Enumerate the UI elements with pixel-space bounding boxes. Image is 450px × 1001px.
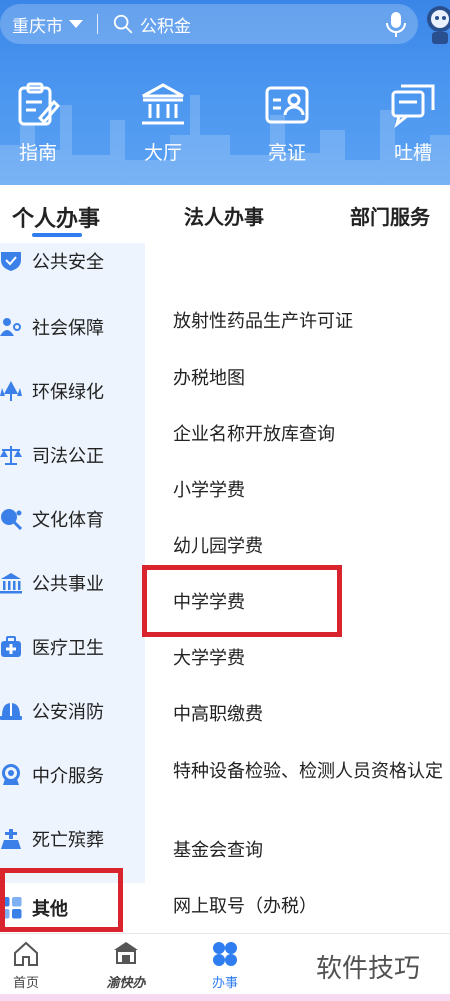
assistant-robot-icon[interactable] [423, 4, 450, 46]
list-item[interactable]: 企业名称开放库查询 [173, 423, 450, 447]
list-item[interactable]: 中高职缴费 [173, 703, 450, 727]
quick-feedback-label: 吐槽 [393, 142, 432, 164]
tree-icon [0, 381, 22, 401]
scales-icon [0, 446, 22, 465]
sidebar-item-label: 文化体育 [32, 510, 104, 531]
list-item[interactable]: 大学学费 [173, 647, 450, 671]
sidebar-item-label: 医疗卫生 [32, 638, 104, 659]
quick-hall[interactable]: 大厅 [128, 82, 198, 165]
quick-show-id[interactable]: 亮证 [252, 82, 322, 165]
sidebar-item-social-security[interactable]: 社会保障 [0, 307, 145, 347]
search-input[interactable]: 公积金 [140, 12, 384, 37]
quick-guide[interactable]: 指南 [3, 82, 73, 165]
sidebar-item-label: 公安消防 [32, 702, 104, 723]
list-item[interactable]: 基金会查询 [173, 839, 450, 863]
city-label: 重庆市 [12, 16, 63, 37]
tab-department[interactable]: 部门服务 [350, 201, 430, 230]
list-item[interactable]: 网上取号（办税） [173, 895, 450, 919]
highlight-box-other [0, 868, 123, 932]
sidebar-item-culture-sports[interactable]: 文化体育 [0, 499, 145, 539]
search-icon [113, 14, 133, 34]
list-item[interactable]: 小学学费 [173, 479, 450, 503]
badge-icon [2, 764, 20, 785]
search-divider [97, 14, 98, 34]
nav-home[interactable]: 首页 [0, 940, 56, 991]
guide-icon [18, 82, 61, 126]
people-icon [0, 318, 21, 336]
sidebar-item-funeral[interactable]: 死亡殡葬 [0, 819, 145, 859]
header-banner: 重庆市 公积金 指南 大厅 亮证 吐槽 [0, 0, 450, 185]
funeral-icon [1, 829, 21, 849]
sidebar-item-intermediary[interactable]: 中介服务 [0, 755, 145, 795]
logo-icon [114, 942, 138, 964]
id-card-icon [265, 86, 309, 124]
pingpong-icon [1, 509, 22, 530]
microphone-icon[interactable] [384, 10, 408, 38]
building-icon [0, 573, 22, 594]
home-icon [14, 941, 38, 966]
quick-show-id-label: 亮证 [267, 142, 306, 164]
quick-actions: 指南 大厅 亮证 吐槽 [0, 82, 450, 172]
quick-guide-label: 指南 [18, 142, 57, 164]
sidebar-item-public-utilities[interactable]: 公共事业 [0, 563, 145, 603]
sidebar-item-label: 公共安全 [32, 252, 104, 273]
watermark-text: 软件技巧 [316, 954, 421, 984]
list-item[interactable]: 办税地图 [173, 367, 450, 391]
search-bar[interactable]: 重庆市 公积金 [0, 4, 418, 44]
sidebar-item-label: 环保绿化 [32, 382, 104, 403]
feedback-icon [391, 84, 435, 128]
services-icon [213, 942, 237, 966]
city-selector[interactable]: 重庆市 [0, 12, 83, 37]
nav-home-label: 首页 [12, 976, 39, 991]
tab-active-indicator [32, 233, 82, 237]
tab-personal[interactable]: 个人办事 [12, 201, 100, 233]
bottom-edge-bar [0, 994, 450, 1001]
sidebar-item-label: 社会保障 [32, 318, 104, 339]
helmet-icon [0, 703, 22, 720]
nav-yukuaiban[interactable]: 渝快办 [96, 940, 156, 991]
sidebar-item-label: 公共事业 [32, 574, 104, 595]
sidebar-item-medical[interactable]: 医疗卫生 [0, 627, 145, 667]
quick-feedback[interactable]: 吐槽 [378, 82, 448, 165]
tab-legal-entity[interactable]: 法人办事 [184, 201, 264, 230]
shield-icon [1, 252, 21, 271]
list-item[interactable]: 幼儿园学费 [173, 535, 450, 559]
medical-icon [1, 636, 21, 657]
category-sidebar[interactable]: 公共安全 社会保障 环保绿化 司法公正 文化体育 公共事业 医疗卫生 公安消防 … [0, 243, 145, 933]
sidebar-item-environment[interactable]: 环保绿化 [0, 371, 145, 411]
list-item[interactable]: 放射性药品生产许可证 [173, 310, 450, 334]
sidebar-item-label: 司法公正 [32, 446, 104, 467]
sidebar-item-label: 死亡殡葬 [32, 830, 104, 851]
sidebar-item-justice[interactable]: 司法公正 [0, 435, 145, 475]
nav-services[interactable]: 办事 [195, 940, 255, 991]
sidebar-item-label: 中介服务 [32, 766, 104, 787]
chevron-down-icon [69, 20, 83, 28]
sidebar-item-public-safety[interactable]: 公共安全 [0, 243, 145, 281]
quick-hall-label: 大厅 [143, 142, 182, 164]
sidebar-item-police-fire[interactable]: 公安消防 [0, 691, 145, 731]
list-item[interactable]: 特种设备检验、检测人员资格认定 [173, 760, 450, 784]
nav-services-label: 办事 [211, 976, 238, 991]
nav-yukuaiban-label: 渝快办 [106, 976, 146, 991]
hall-icon [142, 83, 184, 125]
highlight-box-middle-school-fee [142, 565, 342, 637]
